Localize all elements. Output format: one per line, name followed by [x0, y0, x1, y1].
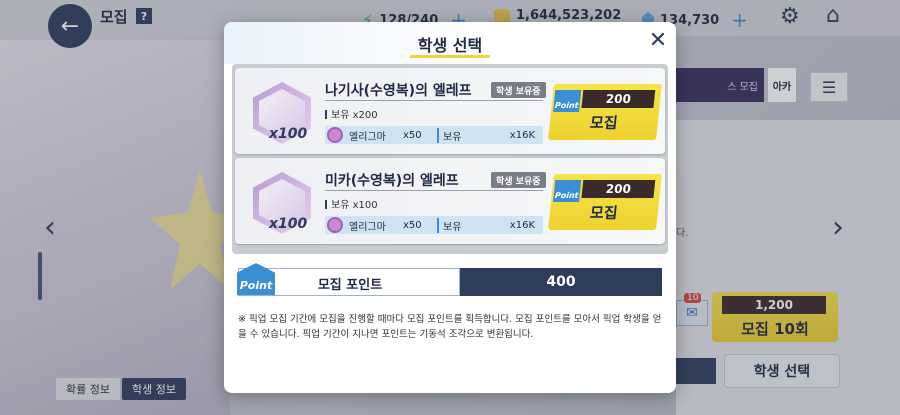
list-item: x100 미카(수영복)의 엘레프 학생 보유중 보유 x100 엘리그마 x5…: [235, 158, 665, 244]
list-item: x100 나기사(수영복)의 엘레프 학생 보유중 보유 x200 엘리그마 x…: [235, 68, 665, 154]
close-button[interactable]: ✕: [646, 27, 670, 53]
recruit-label: 모집: [589, 204, 619, 222]
material-name: 엘리그마: [349, 131, 386, 143]
student-select-modal: 학생 선택 ✕ x100 나기사(수영복)의 엘레프 학생 보유중 보유 x20…: [224, 22, 676, 393]
material-owned-label: 보유: [437, 217, 487, 233]
material-row: 엘리그마 x50 보유 x16K: [325, 126, 543, 144]
point-icon: Point: [553, 90, 582, 112]
points-value: 400: [460, 268, 662, 296]
point-icon: Point: [553, 180, 582, 202]
material-row: 엘리그마 x50 보유 x16K: [325, 216, 543, 234]
recruit-button[interactable]: Point 200 모집: [548, 84, 662, 140]
item-count: x100: [269, 126, 308, 142]
material-name: 엘리그마: [349, 221, 386, 233]
notice-text: ※ 픽업 모집 기간에 모집을 진행할 때마다 모집 포인트를 획득합니다. 모…: [238, 314, 662, 340]
recruit-cost: 200: [581, 90, 656, 108]
recruit-button[interactable]: Point 200 모집: [548, 174, 662, 230]
status-badge: 학생 보유중: [491, 82, 546, 98]
material-owned-label: 보유: [437, 127, 487, 143]
close-icon: ✕: [648, 27, 668, 53]
material-need: x50: [403, 219, 422, 231]
item-list[interactable]: x100 나기사(수영복)의 엘레프 학생 보유중 보유 x200 엘리그마 x…: [232, 64, 668, 254]
points-label-box: Point 모집 포인트: [237, 263, 460, 296]
eligma-icon: [327, 217, 343, 233]
title-underline: [410, 55, 490, 58]
recruit-points-bar: Point 모집 포인트 400: [237, 263, 662, 296]
eligma-icon: [327, 127, 343, 143]
item-name: 미카(수영복)의 엘레프: [325, 173, 459, 189]
item-count: x100: [269, 216, 308, 232]
points-label: 모집 포인트: [317, 277, 383, 293]
modal-title: 학생 선택: [417, 36, 483, 55]
divider: [325, 100, 543, 101]
divider: [325, 190, 543, 191]
status-badge: 학생 보유중: [491, 172, 546, 188]
material-need: x50: [403, 129, 422, 141]
item-name: 나기사(수영복)의 엘레프: [325, 83, 472, 99]
owned-count: 보유 x100: [325, 196, 378, 211]
recruit-cost: 200: [581, 180, 656, 198]
owned-count: 보유 x200: [325, 106, 378, 121]
material-owned-value: x16K: [509, 129, 535, 141]
recruit-label: 모집: [589, 114, 619, 132]
material-owned-value: x16K: [509, 219, 535, 231]
